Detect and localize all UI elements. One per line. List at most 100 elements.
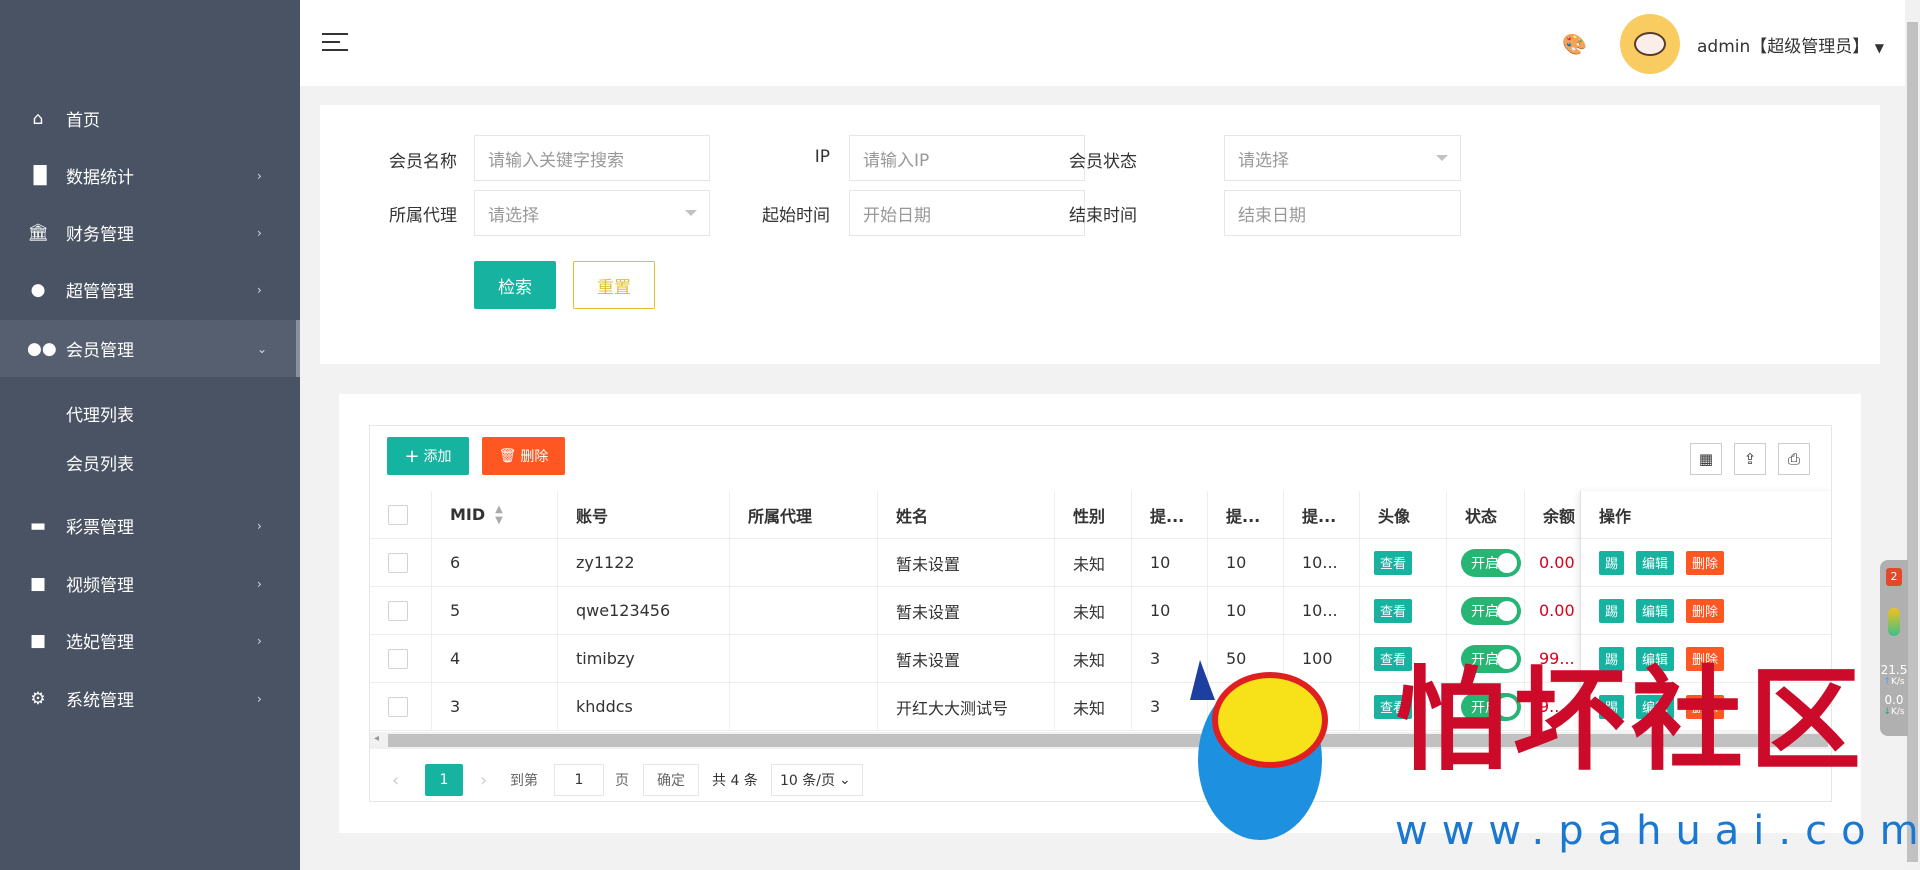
cell-gender: 未知	[1073, 554, 1106, 574]
edit-button[interactable]: 编辑	[1636, 646, 1675, 671]
reset-button[interactable]: 重置	[573, 261, 655, 309]
view-avatar-button[interactable]: 查看	[1374, 598, 1413, 623]
table-cell: 暂未设置	[878, 539, 1055, 586]
print-icon[interactable]: ⎙	[1778, 443, 1810, 475]
table-cell: 未知	[1055, 587, 1132, 634]
chevron-right-icon: ›	[257, 633, 262, 648]
palette-icon[interactable]: 🎨	[1562, 32, 1587, 56]
export-icon[interactable]: ⇪	[1734, 443, 1766, 475]
cell-gender: 未知	[1073, 698, 1106, 718]
column-header[interactable]: 头像	[1360, 491, 1447, 538]
table-cell	[370, 539, 432, 586]
table-cell: 10...	[1284, 587, 1360, 634]
view-avatar-button[interactable]: 查看	[1374, 694, 1413, 719]
column-header[interactable]: 姓名	[878, 491, 1055, 538]
prev-page-icon[interactable]: ‹	[392, 770, 399, 791]
row-checkbox[interactable]	[388, 552, 408, 573]
cell-t3: 10...	[1302, 553, 1338, 572]
cell-t1: 10	[1150, 553, 1171, 572]
delete-button[interactable]: 删除	[1686, 598, 1725, 623]
member-name-label: 会员名称	[389, 152, 457, 172]
cell-mid: 3	[450, 697, 461, 716]
agent-select[interactable]: 请选择	[474, 190, 710, 236]
download-speed: 0.0	[1884, 693, 1904, 707]
page-size-select[interactable]: 10 条/页 ⌄	[771, 764, 863, 796]
network-speed-widget[interactable]: 2 21.5 ↑K/s 0.0 ↓K/s	[1880, 560, 1908, 736]
cell-t2: 10	[1226, 553, 1247, 572]
sidebar-item-stats[interactable]: ▐▌ 数据统计 ›	[0, 147, 300, 204]
end-date-input[interactable]: 结束日期	[1224, 190, 1461, 236]
edit-button[interactable]: 编辑	[1636, 598, 1675, 623]
cell-t1: 10	[1150, 601, 1171, 620]
column-header-label: MID	[450, 505, 486, 524]
search-button[interactable]: 检索	[474, 261, 556, 309]
row-checkbox[interactable]	[388, 648, 408, 669]
next-page-icon[interactable]: ›	[480, 770, 487, 791]
column-header[interactable]: 所属代理	[730, 491, 878, 538]
sidebar-item-select[interactable]: ■ 选妃管理 ›	[0, 612, 300, 669]
sidebar-item-members[interactable]: ●● 会员管理 ⌄	[0, 320, 300, 377]
column-header[interactable]: 状态	[1447, 491, 1525, 538]
kick-button[interactable]: 踢	[1599, 598, 1625, 623]
delete-button[interactable]: 删除	[1686, 694, 1725, 719]
member-name-input[interactable]: 请输入关键字搜索	[474, 135, 710, 181]
home-icon: ⌂	[32, 108, 44, 129]
kick-button[interactable]: 踢	[1599, 550, 1625, 575]
view-avatar-button[interactable]: 查看	[1374, 550, 1413, 575]
batch-delete-button[interactable]: 🗑 删除	[482, 437, 565, 475]
page-scrollbar[interactable]	[1905, 0, 1920, 870]
sidebar-subitem-agent-list[interactable]: 代理列表	[66, 401, 134, 426]
status-toggle[interactable]: 开启	[1461, 692, 1521, 721]
add-button[interactable]: + 添加	[387, 437, 469, 475]
edit-button[interactable]: 编辑	[1636, 550, 1675, 575]
edit-button[interactable]: 编辑	[1636, 694, 1675, 719]
sidebar-item-admin[interactable]: ● 超管管理 ›	[0, 261, 300, 318]
status-select[interactable]: 请选择	[1224, 135, 1461, 181]
column-header[interactable]: 账号	[558, 491, 730, 538]
sidebar-item-finance[interactable]: 🏛 财务管理 ›	[0, 204, 300, 261]
avatar[interactable]	[1620, 14, 1680, 74]
table-cell: 未知	[1055, 539, 1132, 586]
status-toggle[interactable]: 开启	[1461, 548, 1521, 577]
table-cell: 开启	[1447, 635, 1525, 682]
column-header[interactable]: 性别	[1055, 491, 1132, 538]
kick-button[interactable]: 踢	[1599, 646, 1625, 671]
sort-icon[interactable]: ▲ ▼	[495, 504, 503, 526]
sidebar-item-lottery[interactable]: ▬ 彩票管理 ›	[0, 497, 300, 554]
sidebar-item-system[interactable]: ⚙ 系统管理 ›	[0, 670, 300, 727]
goto-page-input[interactable]: 1	[554, 764, 604, 796]
status-toggle[interactable]: 开启	[1461, 596, 1521, 625]
page-1[interactable]: 1	[425, 764, 463, 796]
menu-toggle-icon[interactable]	[322, 33, 348, 53]
sidebar-subitem-member-list[interactable]: 会员列表	[66, 450, 134, 475]
row-checkbox[interactable]	[388, 600, 408, 621]
cell-t2: 10	[1226, 601, 1247, 620]
goto-label: 到第	[510, 773, 538, 789]
user-menu[interactable]: admin【超级管理员】 ▼	[1697, 32, 1884, 57]
table-cell: 0.00	[1525, 587, 1581, 634]
column-header[interactable]: 余额	[1525, 491, 1581, 538]
delete-button[interactable]: 删除	[1686, 646, 1725, 671]
goto-confirm-button[interactable]: 确定	[643, 764, 699, 796]
column-header[interactable]: 提...	[1208, 491, 1284, 538]
table-cell	[1284, 683, 1360, 730]
row-checkbox[interactable]	[388, 696, 408, 717]
column-header[interactable]: 提...	[1132, 491, 1208, 538]
sidebar-item-home[interactable]: ⌂ 首页	[0, 90, 300, 147]
user-name: admin【超级管理员】	[1697, 37, 1870, 57]
status-toggle[interactable]: 开启	[1461, 644, 1521, 673]
sidebar-item-video[interactable]: ■ 视频管理 ›	[0, 555, 300, 612]
cell-account: qwe123456	[576, 601, 671, 620]
delete-button[interactable]: 删除	[1686, 550, 1725, 575]
columns-filter-icon[interactable]: ▦	[1690, 443, 1722, 475]
status-label: 开启	[1471, 603, 1499, 620]
column-header[interactable]: 提...	[1284, 491, 1360, 538]
top-header: 🎨 admin【超级管理员】 ▼	[300, 0, 1905, 86]
view-avatar-button[interactable]: 查看	[1374, 646, 1413, 671]
column-header[interactable]: MID ▲ ▼	[432, 491, 558, 538]
table-cell	[730, 683, 878, 730]
select-all-checkbox[interactable]	[388, 504, 408, 525]
download-arrow-icon: ↓	[1883, 707, 1891, 717]
horizontal-scrollbar[interactable]: ◂	[370, 732, 1831, 749]
kick-button[interactable]: 踢	[1599, 694, 1625, 719]
